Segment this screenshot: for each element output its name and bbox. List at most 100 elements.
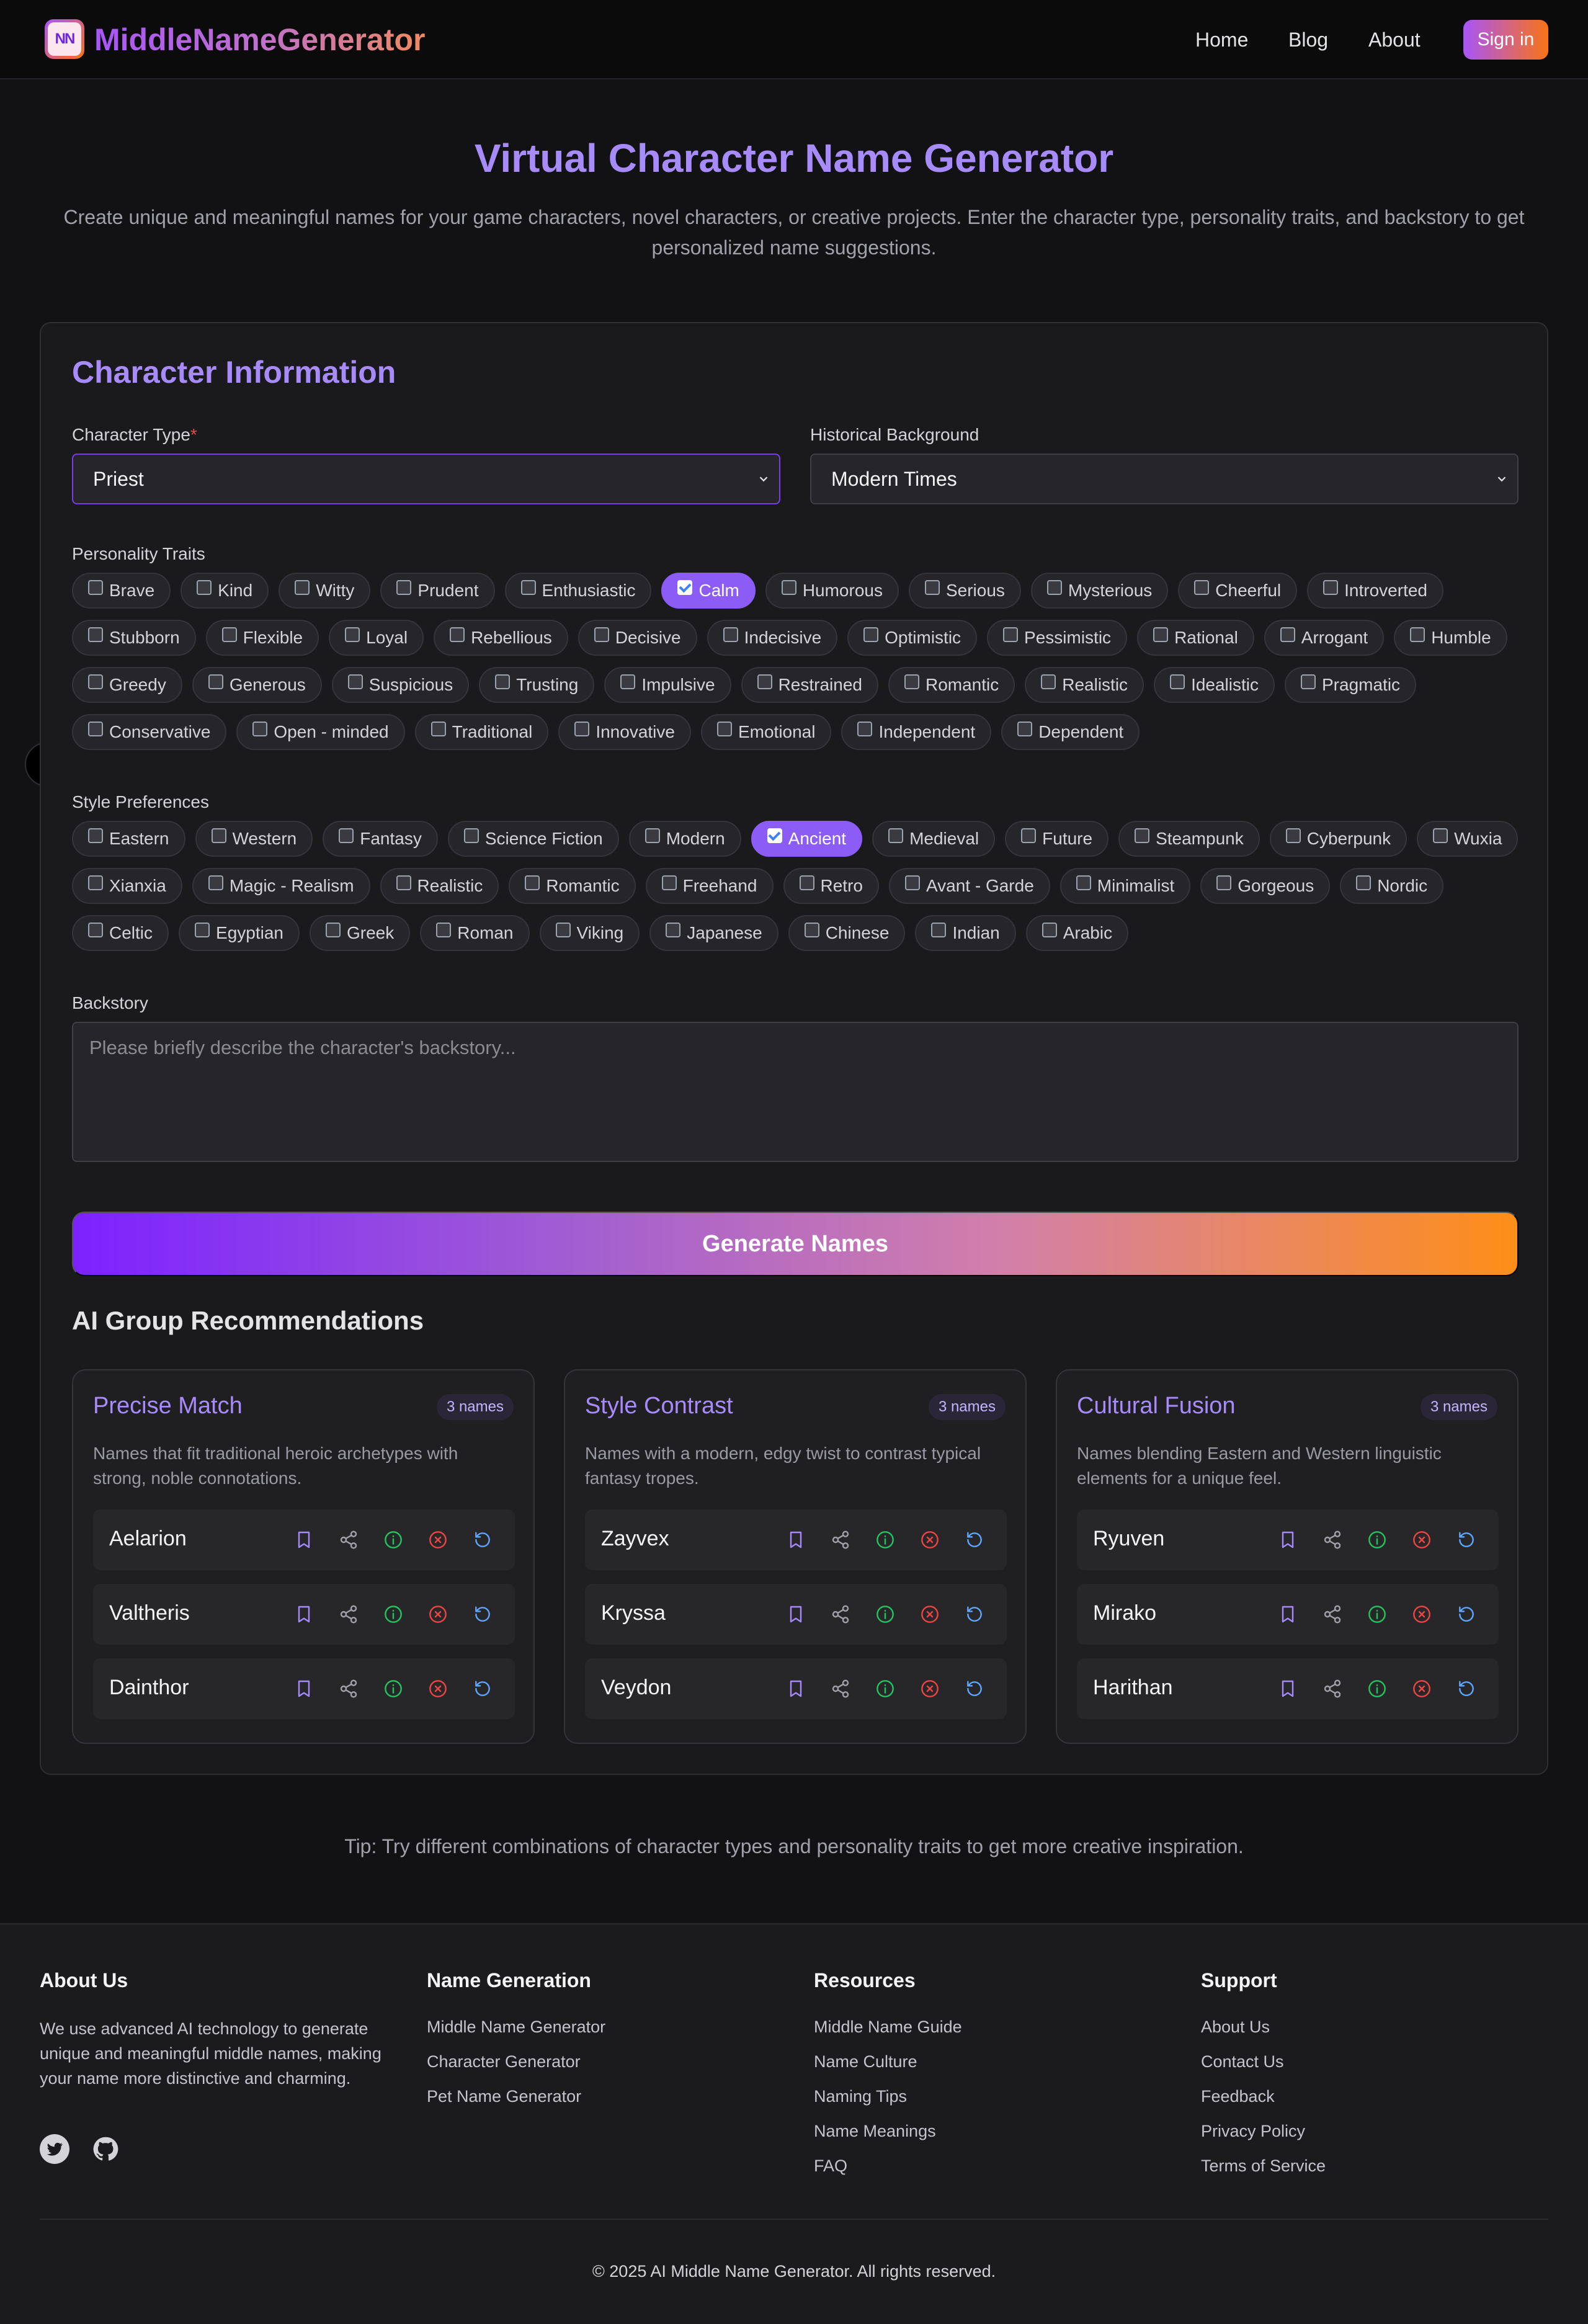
style-chip[interactable]: Indian bbox=[915, 915, 1016, 951]
checkbox[interactable] bbox=[88, 828, 103, 843]
personality-chip[interactable]: Serious bbox=[908, 573, 1021, 609]
bookmark-icon[interactable] bbox=[1277, 1678, 1299, 1700]
checkbox[interactable] bbox=[620, 674, 636, 689]
style-chip[interactable]: Viking bbox=[539, 915, 640, 951]
style-chip[interactable]: Avant - Garde bbox=[888, 868, 1050, 904]
nav-home[interactable]: Home bbox=[1195, 26, 1248, 53]
style-chip[interactable]: Medieval bbox=[872, 821, 996, 857]
checkbox[interactable] bbox=[767, 828, 782, 843]
historical-background-select[interactable]: Modern Times bbox=[810, 454, 1519, 504]
style-chip[interactable]: Freehand bbox=[645, 868, 774, 904]
share-icon[interactable] bbox=[1321, 1678, 1344, 1700]
personality-chip[interactable]: Brave bbox=[72, 573, 171, 609]
twitter-icon[interactable] bbox=[40, 2134, 69, 2164]
footer-link[interactable]: About Us bbox=[1201, 2018, 1270, 2037]
footer-link[interactable]: FAQ bbox=[814, 2156, 847, 2176]
checkbox[interactable] bbox=[295, 580, 310, 595]
footer-link[interactable]: Middle Name Guide bbox=[814, 2018, 962, 2037]
checkbox[interactable] bbox=[888, 828, 904, 843]
checkbox[interactable] bbox=[863, 627, 879, 642]
checkbox[interactable] bbox=[1323, 580, 1339, 595]
checkbox[interactable] bbox=[339, 828, 354, 843]
checkbox[interactable] bbox=[1076, 875, 1091, 890]
style-chip[interactable]: Retro bbox=[783, 868, 879, 904]
sign-in-button[interactable]: Sign in bbox=[1463, 20, 1548, 60]
checkbox[interactable] bbox=[1042, 923, 1057, 937]
bookmark-icon[interactable] bbox=[785, 1529, 807, 1551]
personality-chip[interactable]: Restrained bbox=[741, 667, 878, 703]
footer-link[interactable]: Terms of Service bbox=[1201, 2156, 1326, 2176]
nav-about[interactable]: About bbox=[1368, 26, 1421, 53]
checkbox[interactable] bbox=[396, 580, 412, 595]
style-chip[interactable]: Wuxia bbox=[1417, 821, 1519, 857]
footer-link[interactable]: Middle Name Generator bbox=[427, 2018, 605, 2037]
checkbox[interactable] bbox=[1285, 828, 1301, 843]
style-chip[interactable]: Modern bbox=[628, 821, 741, 857]
logo[interactable]: NN bbox=[45, 19, 84, 59]
checkbox[interactable] bbox=[904, 674, 919, 689]
share-icon[interactable] bbox=[829, 1603, 852, 1625]
checkbox[interactable] bbox=[450, 627, 465, 642]
footer-link[interactable]: Contact Us bbox=[1201, 2052, 1284, 2071]
style-chip[interactable]: Celtic bbox=[72, 915, 169, 951]
checkbox[interactable] bbox=[666, 923, 681, 937]
personality-chip[interactable]: Indecisive bbox=[707, 620, 838, 656]
checkbox[interactable] bbox=[716, 722, 732, 736]
style-chip[interactable]: Fantasy bbox=[323, 821, 438, 857]
checkbox[interactable] bbox=[1280, 627, 1295, 642]
personality-chip[interactable]: Traditional bbox=[414, 714, 549, 750]
checkbox[interactable] bbox=[1003, 627, 1019, 642]
checkbox[interactable] bbox=[1017, 722, 1033, 736]
style-chip[interactable]: Future bbox=[1005, 821, 1109, 857]
personality-chip[interactable]: Greedy bbox=[72, 667, 182, 703]
refresh-icon[interactable] bbox=[471, 1529, 494, 1551]
nav-blog[interactable]: Blog bbox=[1288, 26, 1328, 53]
personality-chip[interactable]: Open - minded bbox=[236, 714, 405, 750]
info-icon[interactable] bbox=[874, 1603, 896, 1625]
refresh-icon[interactable] bbox=[963, 1678, 986, 1700]
checkbox[interactable] bbox=[1041, 674, 1056, 689]
checkbox[interactable] bbox=[88, 580, 103, 595]
checkbox[interactable] bbox=[1301, 674, 1316, 689]
checkbox[interactable] bbox=[1153, 627, 1169, 642]
style-chip[interactable]: Gorgeous bbox=[1200, 868, 1331, 904]
personality-chip[interactable]: Witty bbox=[279, 573, 371, 609]
checkbox[interactable] bbox=[594, 627, 609, 642]
footer-link[interactable]: Character Generator bbox=[427, 2052, 581, 2071]
footer-link[interactable]: Naming Tips bbox=[814, 2087, 907, 2106]
personality-chip[interactable]: Mysterious bbox=[1030, 573, 1169, 609]
style-chip[interactable]: Cyberpunk bbox=[1269, 821, 1407, 857]
style-chip[interactable]: Egyptian bbox=[179, 915, 300, 951]
checkbox[interactable] bbox=[88, 627, 103, 642]
personality-chip[interactable]: Conservative bbox=[72, 714, 227, 750]
close-circle-icon[interactable] bbox=[919, 1603, 941, 1625]
style-chip[interactable]: Xianxia bbox=[72, 868, 182, 904]
checkbox[interactable] bbox=[757, 674, 772, 689]
checkbox[interactable] bbox=[677, 580, 693, 595]
checkbox[interactable] bbox=[924, 580, 940, 595]
checkbox[interactable] bbox=[1046, 580, 1062, 595]
generated-name[interactable]: Mirako bbox=[1093, 1601, 1156, 1625]
info-icon[interactable] bbox=[382, 1678, 404, 1700]
checkbox[interactable] bbox=[1135, 828, 1150, 843]
checkbox[interactable] bbox=[799, 875, 814, 890]
personality-chip[interactable]: Dependent bbox=[1001, 714, 1140, 750]
bookmark-icon[interactable] bbox=[293, 1678, 315, 1700]
checkbox[interactable] bbox=[345, 627, 360, 642]
generate-names-button[interactable]: Generate Names bbox=[72, 1212, 1519, 1276]
personality-chip[interactable]: Introverted bbox=[1307, 573, 1443, 609]
share-icon[interactable] bbox=[1321, 1529, 1344, 1551]
share-icon[interactable] bbox=[337, 1678, 360, 1700]
close-circle-icon[interactable] bbox=[919, 1529, 941, 1551]
style-chip[interactable]: Steampunk bbox=[1118, 821, 1260, 857]
close-circle-icon[interactable] bbox=[919, 1678, 941, 1700]
personality-chip[interactable]: Realistic bbox=[1025, 667, 1144, 703]
checkbox[interactable] bbox=[88, 875, 103, 890]
checkbox[interactable] bbox=[88, 674, 103, 689]
backstory-textarea[interactable]: Please briefly describe the character's … bbox=[72, 1022, 1519, 1162]
checkbox[interactable] bbox=[1021, 828, 1037, 843]
checkbox[interactable] bbox=[430, 722, 446, 736]
info-icon[interactable] bbox=[1366, 1603, 1388, 1625]
generated-name[interactable]: Dainthor bbox=[109, 1676, 189, 1700]
checkbox[interactable] bbox=[197, 580, 212, 595]
